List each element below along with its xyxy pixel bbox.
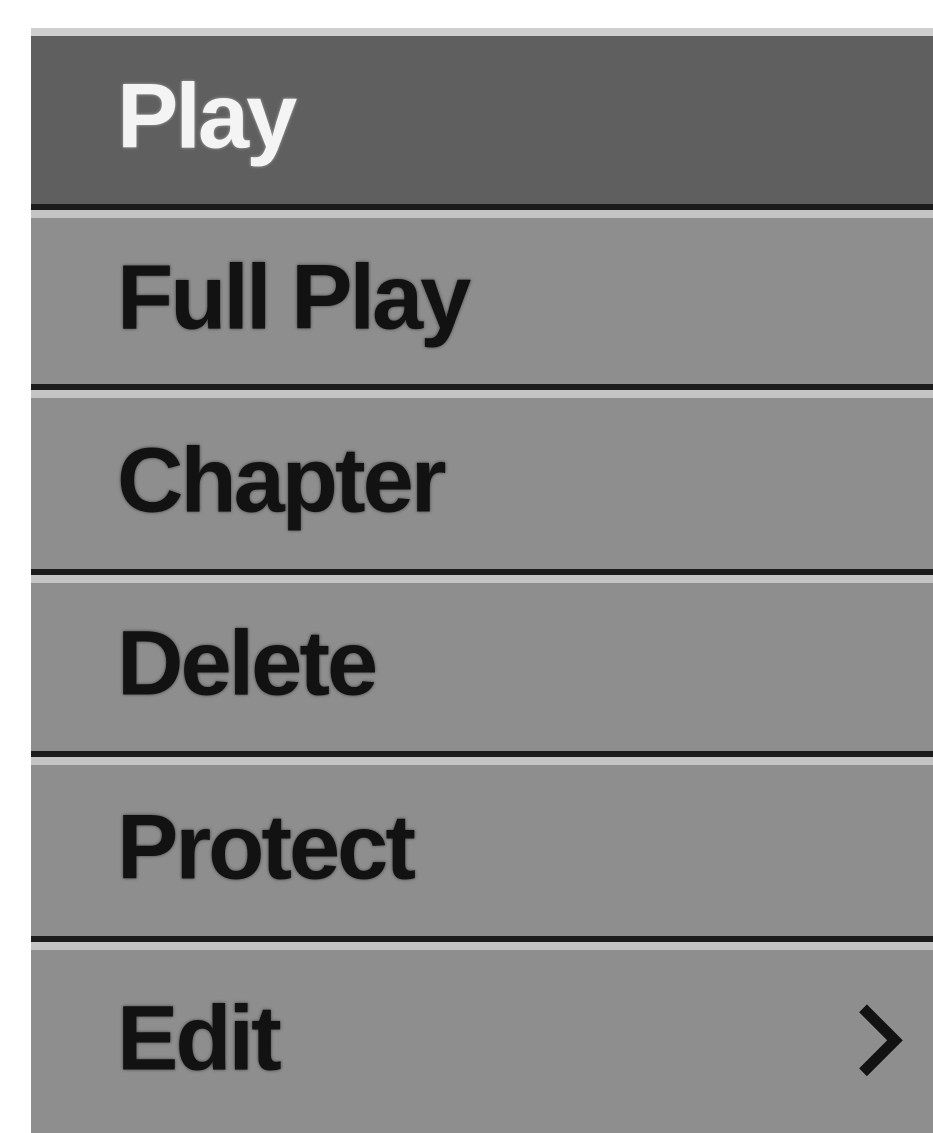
menu-item-protect[interactable]: Protect <box>31 757 933 942</box>
menu-item-delete[interactable]: Delete <box>31 575 933 757</box>
menu-item-label: Protect <box>117 795 416 898</box>
menu-item-label: Full Play <box>117 246 471 349</box>
menu-item-full-play[interactable]: Full Play <box>31 210 933 390</box>
context-menu: Play Full Play Chapter Delete Protect Ed… <box>31 28 933 1133</box>
menu-item-edit[interactable]: Edit <box>31 942 933 1133</box>
menu-item-chapter[interactable]: Chapter <box>31 390 933 575</box>
menu-item-label: Play <box>117 65 297 168</box>
menu-item-label: Chapter <box>117 428 447 531</box>
menu-item-play[interactable]: Play <box>31 28 933 210</box>
chevron-right-icon <box>855 998 903 1082</box>
menu-item-label: Edit <box>117 986 282 1089</box>
menu-item-label: Delete <box>117 612 378 715</box>
